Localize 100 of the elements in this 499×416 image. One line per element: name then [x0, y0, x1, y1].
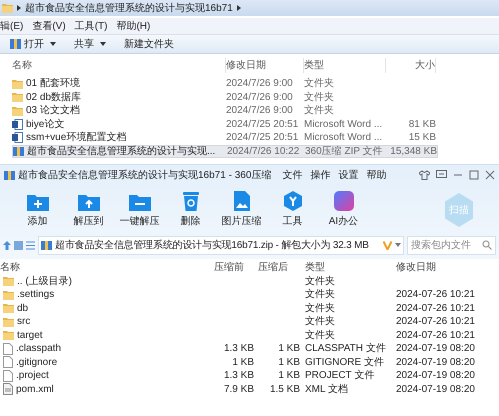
- tool-button[interactable]: 图片压缩: [216, 189, 267, 229]
- file-row[interactable]: 03 论文文档 2024/7/26 9:00 文件夹: [12, 104, 438, 118]
- size-cell: 1 KB: [278, 356, 300, 368]
- chevron-icon: [236, 5, 241, 11]
- menu-item[interactable]: 辑(E): [0, 18, 24, 34]
- up-arrow-icon[interactable]: [3, 240, 11, 250]
- folder-icon: [12, 78, 23, 89]
- tool-button[interactable]: 解压到: [63, 189, 114, 229]
- column-header[interactable]: 类型: [300, 260, 392, 275]
- type-cell: 文件夹: [305, 316, 335, 328]
- toolbar-button[interactable]: 共享: [74, 36, 106, 52]
- column-header[interactable]: 名称: [0, 260, 210, 275]
- type-cell: CLASSPATH 文件: [305, 343, 386, 354]
- file-name: .classpath: [16, 342, 62, 356]
- archive-row[interactable]: .gitignore 1 KB 1 KB GITIGNORE 文件 2024-07-19 08:20: [0, 356, 499, 369]
- file-row[interactable]: ssm+vue环境配置文档 2024/7/25 20:51 Microsoft Word ... 15 KB: [12, 131, 438, 144]
- maximize-icon[interactable]: [469, 170, 479, 180]
- archive-row[interactable]: .project 1.3 KB 1 KB PROJECT 文件 2024-07-19 08:20: [0, 369, 499, 382]
- archive-row[interactable]: .. (上级目录) 文件夹: [0, 274, 499, 288]
- file-row[interactable]: 超市食品安全信息管理系统的设计与实现... 2024/7/26 10:22 360压缩 ZIP 文件 15,348 KB: [12, 144, 438, 158]
- menu-item[interactable]: 文件: [282, 168, 302, 182]
- type-cell-text: 文件夹: [304, 104, 335, 118]
- file-icon: [3, 356, 13, 368]
- search-icon[interactable]: [482, 240, 492, 250]
- image-icon: [234, 191, 250, 211]
- column-header[interactable]: 类型: [304, 58, 386, 72]
- file-icon: [3, 342, 13, 355]
- toolbar-button[interactable]: 新建文件夹: [124, 36, 174, 52]
- size-cell: 1 KB: [278, 343, 300, 354]
- file-name: .project: [16, 369, 49, 384]
- file-name: ssm+vue环境配置文档: [26, 130, 126, 146]
- date-cell-text: 2024/7/26 9:00: [226, 104, 294, 118]
- date-cell: 2024-07-26 10:21: [396, 302, 475, 314]
- extract-folder-icon: [78, 193, 100, 211]
- column-header[interactable]: 修改日期: [392, 260, 488, 275]
- file-name: db: [17, 302, 28, 316]
- tool-button[interactable]: 工具: [267, 189, 318, 229]
- file-name: 01 配套环境: [26, 76, 80, 92]
- folder-minus-icon: [128, 193, 150, 211]
- column-header[interactable]: 压缩后: [254, 260, 300, 275]
- menu-item[interactable]: 帮助: [366, 168, 386, 182]
- archive-row[interactable]: src 文件夹 2024-07-26 10:21: [0, 315, 499, 328]
- type-cell-text: 文件夹: [304, 90, 335, 104]
- file-name: 03 论文文档: [26, 104, 80, 118]
- column-header[interactable]: 名称: [12, 58, 226, 72]
- size-cell: 1.3 KB: [224, 343, 254, 354]
- date-cell: 2024-07-19 08:20: [396, 343, 475, 354]
- archive-row[interactable]: target 文件夹 2024-07-26 10:21: [0, 328, 499, 342]
- breadcrumb-item[interactable]: 超市食品安全信息管理系统的设计与实现16b71: [25, 0, 233, 16]
- search-input[interactable]: 搜索包内文件: [411, 238, 482, 252]
- type-cell-text: Microsoft Word ...: [304, 118, 384, 132]
- folder-icon: [3, 290, 14, 300]
- archive-row[interactable]: .classpath 1.3 KB 1 KB CLASSPATH 文件 2024-07-19 08:20: [0, 342, 499, 356]
- file-name: .gitignore: [16, 356, 58, 370]
- date-cell: 2024-07-26 10:21: [396, 316, 475, 328]
- file-name: .. (上级目录): [17, 274, 72, 289]
- archive-row[interactable]: db 文件夹 2024-07-26 10:21: [0, 302, 499, 315]
- date-cell: 2024-07-26 10:21: [396, 289, 475, 300]
- archive-row[interactable]: .settings 文件夹 2024-07-26 10:21: [0, 288, 499, 302]
- menu-item[interactable]: 工具(T): [74, 18, 108, 34]
- folder-icon: [2, 3, 13, 13]
- file-name: src: [17, 315, 30, 330]
- type-cell: XML 文档: [305, 384, 348, 395]
- shirt-icon[interactable]: [419, 170, 430, 180]
- folder-icon: [3, 330, 14, 340]
- menu-item[interactable]: 设置: [338, 168, 358, 182]
- file-row[interactable]: 02 db数据库 2024/7/26 9:00 文件夹: [12, 90, 438, 104]
- column-header[interactable]: 压缩前: [210, 260, 254, 275]
- date-cell: 2024-07-26 10:21: [396, 330, 475, 341]
- folder-icon: [12, 106, 23, 116]
- file-name: 02 db数据库: [26, 90, 82, 104]
- type-cell-text: Microsoft Word ...: [304, 131, 384, 146]
- file-name: biye论文: [26, 118, 64, 132]
- archive-row[interactable]: pom.xml 7.9 KB 1.5 KB XML 文档 2024-07-19 08:20: [0, 382, 499, 396]
- toolbar-button[interactable]: 打开: [10, 36, 56, 52]
- list-view-icon[interactable]: [26, 240, 35, 250]
- dropdown-arrow-icon: [100, 42, 106, 46]
- size-cell-text: 81 KB: [408, 118, 436, 132]
- menu-item[interactable]: 操作: [310, 168, 330, 182]
- message-icon[interactable]: [436, 170, 447, 180]
- menu-item[interactable]: 帮助(H): [116, 18, 150, 34]
- column-header[interactable]: 修改日期: [226, 58, 304, 72]
- address-field[interactable]: 超市食品安全信息管理系统的设计与实现16b71.zip - 解包大小为 32.3 MB: [38, 236, 404, 254]
- date-cell-text: 2024/7/25 20:51: [226, 118, 300, 132]
- search-field[interactable]: 搜索包内文件: [407, 236, 496, 254]
- close-icon[interactable]: [485, 170, 495, 180]
- size-cell: 7.9 KB: [224, 384, 254, 395]
- tool-button[interactable]: 一键解压: [114, 189, 165, 229]
- file-row[interactable]: biye论文 2024/7/25 20:51 Microsoft Word ... 81 KB: [12, 118, 438, 131]
- tool-button[interactable]: AI办公: [318, 189, 369, 229]
- window-title: 超市食品安全信息管理系统的设计与实现16b71 - 360压缩: [18, 168, 272, 182]
- tool-button[interactable]: 添加: [12, 189, 63, 229]
- column-header[interactable]: 大小: [386, 58, 436, 72]
- file-row[interactable]: 01 配套环境 2024/7/26 9:00 文件夹: [12, 77, 438, 90]
- file-name: 超市食品安全信息管理系统的设计与实现...: [27, 144, 216, 159]
- type-cell-text: 文件夹: [304, 76, 335, 92]
- tool-button[interactable]: 删除: [165, 189, 216, 229]
- dropdown-arrow-icon[interactable]: [395, 243, 401, 247]
- menu-item[interactable]: 查看(V): [32, 18, 66, 34]
- folder-icon: [3, 276, 14, 286]
